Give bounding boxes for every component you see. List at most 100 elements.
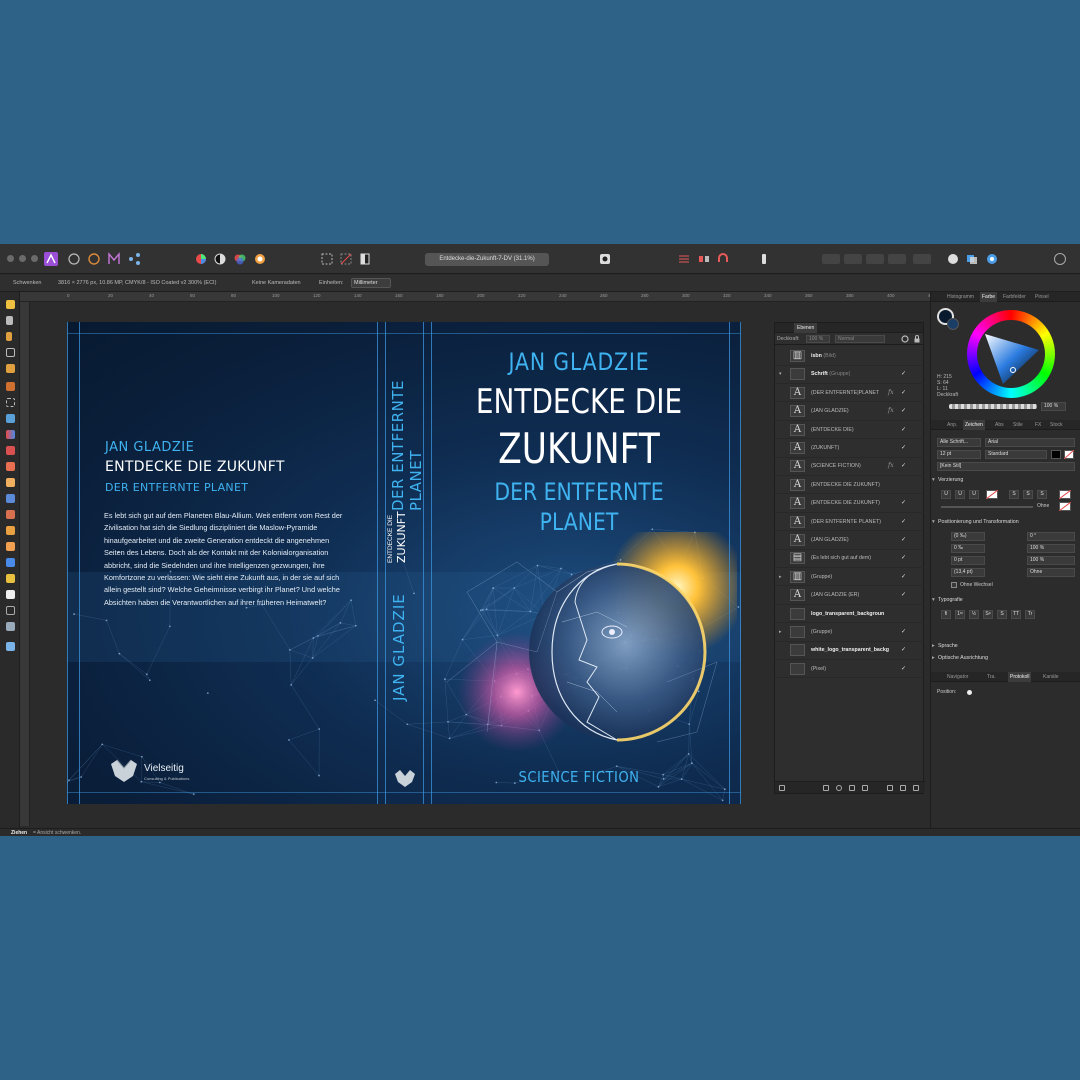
snapping-icon[interactable] xyxy=(697,252,711,266)
layer-visibility-check[interactable]: ✓ xyxy=(901,646,906,653)
tab-transform[interactable]: Tra. xyxy=(985,672,998,682)
color-picker-icon[interactable] xyxy=(6,462,15,471)
layers-stack-icon[interactable] xyxy=(779,785,785,791)
view-mode-icon[interactable] xyxy=(598,252,612,266)
font-scope-select[interactable]: Alle Schrift... xyxy=(937,438,981,447)
mask-icon[interactable] xyxy=(358,252,372,266)
view-tool-icon[interactable] xyxy=(6,642,15,651)
layer-fx-badge[interactable]: fx xyxy=(888,462,894,469)
color-triangle[interactable] xyxy=(977,320,1045,388)
publisher-logo-icon[interactable] xyxy=(109,758,139,784)
subscript-button[interactable]: S xyxy=(997,610,1007,619)
layer-row[interactable]: A (JAN GLADZIE (ER) ✓ xyxy=(775,586,925,605)
search-tool-icon[interactable] xyxy=(6,622,15,631)
windows-icon[interactable] xyxy=(965,252,979,266)
cover-artwork-face-planet[interactable] xyxy=(427,532,737,772)
leading-field[interactable]: (13,4 pt) xyxy=(951,568,985,577)
layer-row[interactable]: ▥ isbn (Bild) xyxy=(775,347,925,366)
assistant-icon[interactable] xyxy=(985,252,999,266)
layer-expand-toggle[interactable]: ▸ xyxy=(779,574,782,580)
fraction-button[interactable]: ½ xyxy=(969,610,979,619)
no-decoration-icon[interactable] xyxy=(986,490,998,499)
strike-button[interactable]: S xyxy=(1009,490,1019,499)
flip-button[interactable] xyxy=(888,254,906,264)
tab-paragraph[interactable]: Abs xyxy=(993,420,1006,430)
spine[interactable]: JAN GLADZIE ENTDECKE DIE ZUKUNFT DER ENT… xyxy=(384,322,425,804)
layer-visibility-check[interactable]: ✓ xyxy=(901,554,906,561)
trash-icon[interactable] xyxy=(913,785,919,791)
hand-tool-icon[interactable] xyxy=(6,300,15,309)
document-title-tab[interactable]: Entdecke-die-Zukunft-7-DV (31.1%) xyxy=(425,253,549,266)
layer-fx-badge[interactable]: fx xyxy=(888,389,894,396)
layer-row[interactable]: A (SCIENCE FICTION) fx ✓ xyxy=(775,457,925,476)
brush-tool-icon[interactable] xyxy=(6,364,15,373)
all-caps-button[interactable]: TT xyxy=(1011,610,1021,619)
layer-row[interactable]: logo_transparent_backgroun xyxy=(775,605,925,624)
app-logo-icon[interactable] xyxy=(44,252,58,266)
folder-icon[interactable] xyxy=(887,785,893,791)
tab-swatches[interactable]: Farbfelder xyxy=(1001,292,1028,302)
layer-row[interactable]: ▾ Schrift (Gruppe) ✓ xyxy=(775,365,925,384)
paint-tool-icon[interactable] xyxy=(6,446,15,455)
paragraph-style-select[interactable]: [Kein Stil] xyxy=(937,462,1075,471)
layer-expand-toggle[interactable]: ▸ xyxy=(779,629,782,635)
smudge-tool-icon[interactable] xyxy=(6,526,15,535)
tab-color[interactable]: Farbe xyxy=(980,292,998,302)
clone-tool-icon[interactable] xyxy=(6,510,15,519)
layer-row[interactable]: A (DER ENTFERNTE|PLANET fx ✓ xyxy=(775,384,925,403)
eraser-tool-icon[interactable] xyxy=(6,478,15,487)
layer-expand-toggle[interactable]: ▾ xyxy=(779,371,782,377)
publisher-tagline[interactable]: Consulting & Publications xyxy=(144,776,189,781)
frame-tool-icon[interactable] xyxy=(6,398,15,407)
layer-row[interactable]: A (JAN GLADZIE) ✓ xyxy=(775,531,925,550)
heavy-strike-button[interactable]: S xyxy=(1037,490,1047,499)
front-title-line2[interactable]: ZUKUNFT xyxy=(471,424,687,473)
no-line-color-icon[interactable] xyxy=(1059,502,1071,511)
optical-alignment-section[interactable]: Optische Ausrichtung xyxy=(931,654,1080,663)
spine-logo-icon[interactable] xyxy=(394,769,416,789)
publisher-name[interactable]: Vielseitig xyxy=(144,763,184,774)
layer-row[interactable]: white_logo_transparent_backg ✓ xyxy=(775,641,925,660)
kerning-field[interactable]: 0 ‰ xyxy=(951,544,985,553)
layer-visibility-check[interactable]: ✓ xyxy=(901,426,906,433)
layer-row[interactable]: ▤ (Es lebt sich gut auf dem) ✓ xyxy=(775,549,925,568)
tab-character[interactable]: Zeichen xyxy=(963,420,985,430)
font-size-field[interactable]: 12 pt xyxy=(937,450,981,459)
layer-fx-badge[interactable]: fx xyxy=(888,407,894,414)
table-tool-icon[interactable] xyxy=(6,590,15,599)
tab-history[interactable]: Protokoll xyxy=(1008,672,1032,682)
back-author[interactable]: JAN GLADZIE xyxy=(105,440,194,455)
blend-mode-select[interactable]: Normal xyxy=(835,335,885,343)
history-slider-handle[interactable] xyxy=(967,690,972,695)
tracking-field[interactable]: (0 ‰) xyxy=(951,532,985,541)
pencil-tool-icon[interactable] xyxy=(6,382,15,391)
zoom-window-button[interactable] xyxy=(31,255,38,262)
layer-row[interactable]: A (ENTDECKE DIE ZUKUNFT) ✓ xyxy=(775,494,925,513)
font-family-select[interactable]: Arial xyxy=(985,438,1075,447)
tab-histogram[interactable]: Histogramm xyxy=(945,292,976,302)
account-icon[interactable] xyxy=(1054,253,1066,265)
document-canvas[interactable]: JAN GLADZIE ENTDECKE DIE ZUKUNFT DER ENT… xyxy=(31,303,930,826)
layer-visibility-check[interactable]: ✓ xyxy=(901,444,906,451)
no-select-icon[interactable] xyxy=(339,252,353,266)
tab-layers[interactable]: Ebenen xyxy=(794,323,818,333)
text-tool-icon[interactable] xyxy=(6,574,15,583)
marquee-icon[interactable] xyxy=(320,252,334,266)
tab-stock[interactable]: Stock xyxy=(1048,420,1065,430)
scale-v-field[interactable]: 100 % xyxy=(1027,556,1075,565)
front-genre[interactable]: SCIENCE FICTION xyxy=(463,768,695,786)
master-pages-icon[interactable] xyxy=(107,252,121,266)
layer-visibility-check[interactable]: ✓ xyxy=(901,499,906,506)
tab-adjustments[interactable]: Anp. xyxy=(945,420,959,430)
rgb-icon[interactable] xyxy=(233,252,247,266)
designer-persona-icon[interactable] xyxy=(67,252,81,266)
lock-icon[interactable] xyxy=(913,335,921,343)
language-section[interactable]: Sprache xyxy=(931,642,1080,651)
mask-layer-icon[interactable] xyxy=(823,785,829,791)
hourglass-icon[interactable] xyxy=(862,785,868,791)
align-button[interactable] xyxy=(822,254,840,264)
layer-visibility-check[interactable]: ✓ xyxy=(901,518,906,525)
tab-brushes[interactable]: Pinsel xyxy=(1033,292,1051,302)
back-title[interactable]: ENTDECKE DIE ZUKUNFT xyxy=(105,459,285,475)
front-subtitle-line1[interactable]: DER ENTFERNTE xyxy=(467,478,691,506)
